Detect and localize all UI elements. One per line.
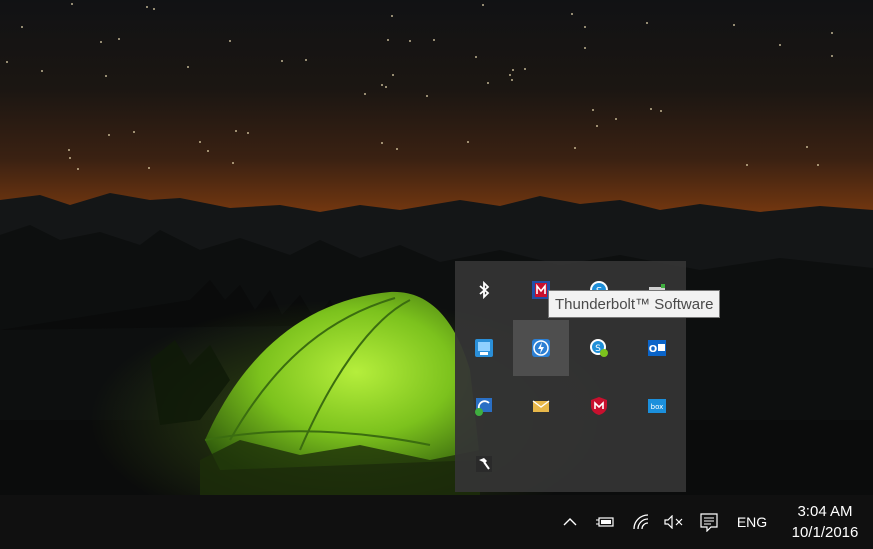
battery-icon[interactable] xyxy=(592,495,618,549)
action-center-icon[interactable] xyxy=(695,495,723,549)
network-utility-icon[interactable] xyxy=(456,320,512,376)
thunderbolt-icon[interactable] xyxy=(513,320,569,376)
volume-muted-icon[interactable] xyxy=(660,495,688,549)
sync-tool-icon[interactable] xyxy=(456,378,512,434)
desktop-wallpaper xyxy=(0,0,873,495)
wifi-icon[interactable] xyxy=(628,495,654,549)
mail-icon[interactable] xyxy=(513,378,569,434)
svg-text:box: box xyxy=(651,403,664,411)
box-sync-icon[interactable]: box xyxy=(629,378,685,434)
bluetooth-icon[interactable] xyxy=(456,262,512,318)
hammer-tool-icon[interactable] xyxy=(456,436,512,492)
clock-date: 10/1/2016 xyxy=(791,524,859,541)
clock-time: 3:04 AM xyxy=(797,503,853,520)
glowing-tent xyxy=(90,291,610,495)
taskbar: ENG 3:04 AM 10/1/2016 xyxy=(0,495,873,549)
outlook-icon[interactable]: O xyxy=(629,320,685,376)
skype-business-icon[interactable]: S xyxy=(571,320,627,376)
mcafee-shield-icon[interactable] xyxy=(571,378,627,434)
input-language-indicator[interactable]: ENG xyxy=(732,495,772,549)
svg-text:O: O xyxy=(649,344,658,355)
thunderbolt-tooltip: Thunderbolt™ Software xyxy=(548,290,721,318)
show-hidden-icons-chevron-icon[interactable] xyxy=(558,495,582,549)
clock[interactable]: 3:04 AM 10/1/2016 xyxy=(782,495,868,549)
